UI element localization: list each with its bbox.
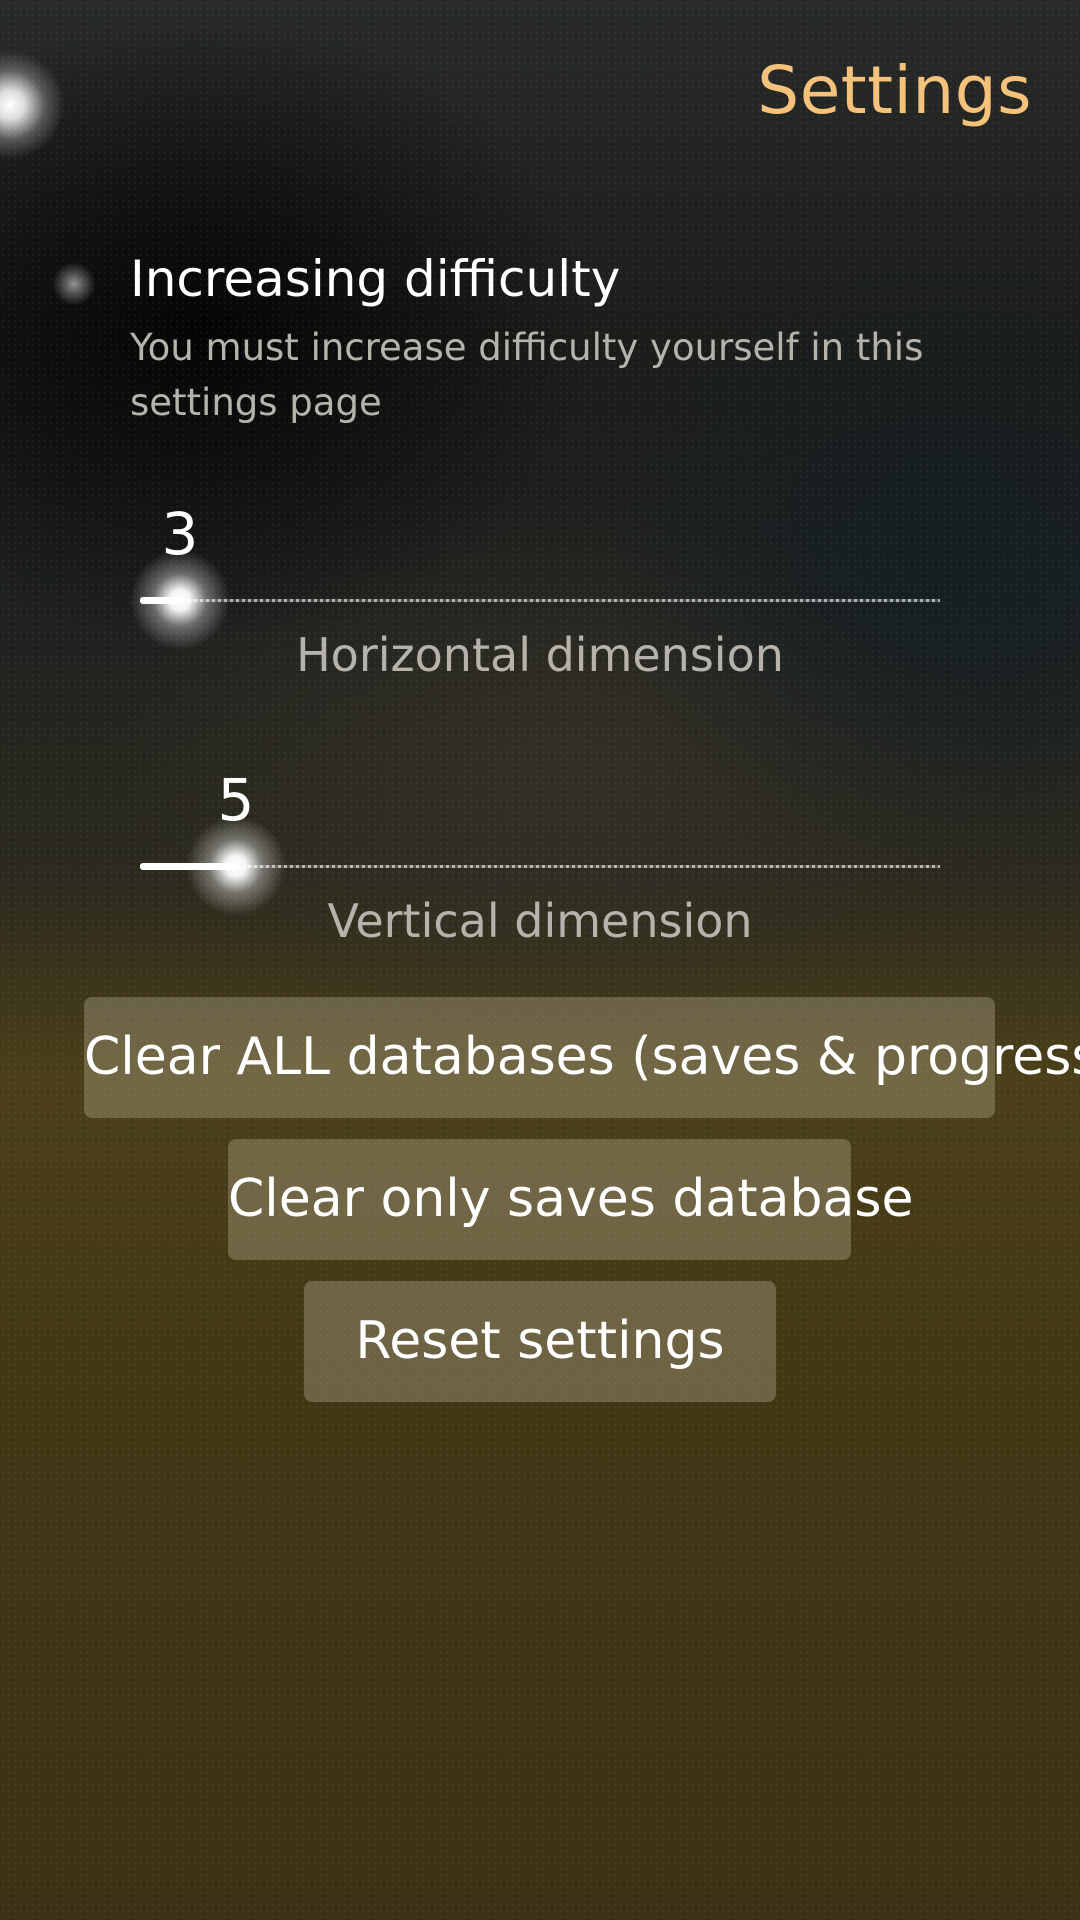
vertical-dimension-slider[interactable]: 5 Vertical dimension: [140, 766, 940, 948]
clear-all-databases-button[interactable]: Clear ALL databases (saves & progress): [84, 997, 1080, 1118]
clear-saves-database-button[interactable]: Clear only saves database: [228, 1139, 913, 1260]
page-title: Settings: [757, 52, 1032, 129]
slider-label: Horizontal dimension: [296, 628, 784, 682]
ambient-light-glow: [0, 50, 65, 160]
switch-description: You must increase difficulty yourself in…: [130, 326, 924, 424]
slider-track[interactable]: [140, 597, 940, 604]
horizontal-dimension-slider[interactable]: 3 Horizontal dimension: [128, 500, 940, 682]
switch-label: Increasing difficulty: [130, 250, 621, 308]
reset-settings-button[interactable]: Reset settings: [304, 1281, 776, 1402]
increasing-difficulty-switch[interactable]: Increasing difficulty You must increase …: [40, 250, 1000, 440]
switch-indicator-icon: [52, 262, 96, 306]
slider-label: Vertical dimension: [327, 894, 753, 948]
